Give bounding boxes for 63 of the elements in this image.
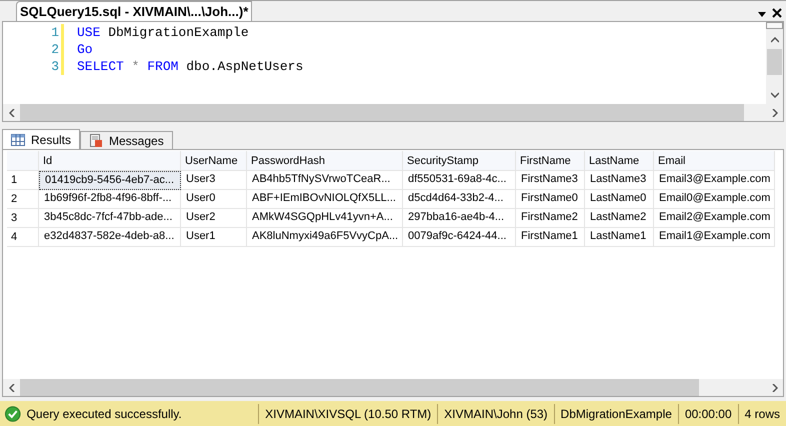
result-tab[interactable]: Results — [2, 129, 80, 149]
status-field: 00:00:00 — [678, 404, 738, 424]
line-number: 1 — [50, 24, 60, 41]
table-cell: 3b45c8dc-7fcf-47bb-ade... — [39, 209, 181, 228]
status-field: XIVMAIN\John (53) — [437, 404, 554, 424]
table-cell: d5cd4d64-33b2-4... — [403, 190, 516, 209]
row-number: 4 — [7, 228, 39, 247]
table-cell: LastName1 — [585, 228, 654, 247]
column-header[interactable]: UserName — [181, 151, 247, 171]
scroll-up-icon[interactable] — [770, 37, 778, 43]
scroll-down-icon[interactable] — [770, 92, 778, 98]
line-number: 2 — [50, 41, 60, 58]
table-cell: LastName2 — [585, 209, 654, 228]
table-cell: e32d4837-582e-4deb-a8... — [39, 228, 181, 247]
column-header[interactable]: Email — [654, 151, 775, 171]
table-cell: df550531-69a8-4c... — [403, 171, 516, 190]
line-number: 3 — [50, 58, 60, 75]
table-cell: AMkW4SGQpHLv41yvn+A... — [247, 209, 403, 228]
table-cell: 297bba16-ae4b-4... — [403, 209, 516, 228]
row-number: 2 — [7, 190, 39, 209]
table-cell: FirstName2 — [516, 209, 585, 228]
table-cell: Email1@Example.com — [654, 228, 775, 247]
table-cell: FirstName3 — [516, 171, 585, 190]
table-cell: AK8luNmyxi49a6F5VvyCpA... — [247, 228, 403, 247]
splitter-handle[interactable] — [766, 22, 783, 29]
code-line: Go — [77, 41, 94, 58]
status-field: DbMigrationExample — [554, 404, 678, 424]
code-line: USE DbMigrationExample — [77, 24, 250, 41]
success-check-icon — [5, 406, 21, 422]
close-icon[interactable] — [772, 8, 782, 18]
column-header[interactable]: Id — [39, 151, 181, 171]
column-header[interactable]: LastName — [585, 151, 654, 171]
table-cell: User3 — [181, 171, 247, 190]
table-cell: 0079af9c-6424-44... — [403, 228, 516, 247]
vertical-scrollbar[interactable] — [766, 22, 783, 104]
column-header[interactable]: FirstName — [516, 151, 585, 171]
table-cell: Email2@Example.com — [654, 209, 775, 228]
table-cell: LastName3 — [585, 171, 654, 190]
dropdown-icon[interactable] — [758, 12, 766, 17]
table-cell: FirstName1 — [516, 228, 585, 247]
table-cell: AB4hb5TfNySVrwoTCeaR... — [247, 171, 403, 190]
scrollbar-thumb[interactable] — [767, 49, 782, 75]
document-tab[interactable]: SQLQuery15.sql - XIVMAIN\...\Joh...)* — [16, 1, 252, 21]
table-cell: Email3@Example.com — [654, 171, 775, 190]
table-cell: FirstName0 — [516, 190, 585, 209]
row-number: 3 — [7, 209, 39, 228]
grid-icon — [11, 134, 25, 146]
table-cell: User0 — [181, 190, 247, 209]
status-message: Query executed successfully. — [26, 406, 183, 422]
table-cell: User2 — [181, 209, 247, 228]
column-header[interactable]: SecurityStamp — [403, 151, 516, 171]
status-field: XIVMAIN\XIVSQL (10.50 RTM) — [258, 404, 438, 424]
table-cell: ABF+IEmIBOvNIOLQfX5LL... — [247, 190, 403, 209]
table-cell: User1 — [181, 228, 247, 247]
table-cell: 01419cb9-5456-4eb7-ac... — [39, 171, 181, 190]
column-header[interactable]: PasswordHash — [247, 151, 403, 171]
document-icon — [89, 134, 104, 148]
table-cell: Email0@Example.com — [654, 190, 775, 209]
result-tab[interactable]: Messages — [80, 131, 173, 149]
code-line: SELECT * FROM dbo.AspNetUsers — [77, 58, 304, 75]
table-cell: 1b69f96f-2fb8-4f96-8bff-... — [39, 190, 181, 209]
table-cell: LastName0 — [585, 190, 654, 209]
status-field: 4 rows — [738, 404, 786, 424]
